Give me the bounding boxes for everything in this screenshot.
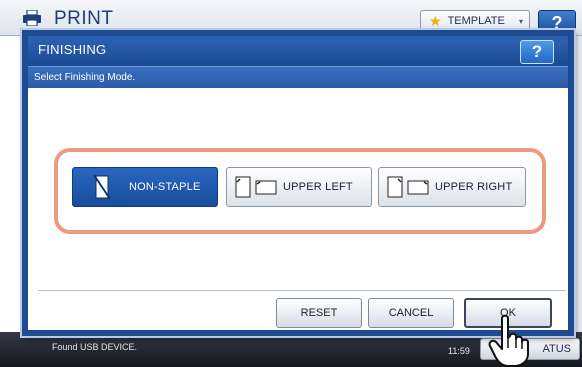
instruction-text: Select Finishing Mode. bbox=[34, 72, 136, 83]
template-button[interactable]: ★ TEMPLATE ▾ bbox=[420, 10, 530, 32]
star-icon: ★ bbox=[429, 12, 442, 29]
finishing-dialog: FINISHING ? Select Finishing Mode. NON-S… bbox=[22, 30, 574, 336]
reset-button[interactable]: RESET bbox=[276, 298, 362, 328]
dialog-help-button[interactable]: ? bbox=[520, 40, 554, 64]
dialog-titlebar: FINISHING ? bbox=[28, 36, 568, 66]
non-staple-icon bbox=[79, 172, 125, 202]
dialog-title: FINISHING bbox=[38, 42, 107, 57]
print-screen-title: PRINT bbox=[54, 8, 114, 29]
non-staple-label: NON-STAPLE bbox=[129, 181, 201, 193]
dialog-divider bbox=[38, 290, 566, 291]
upper-left-staple-icon bbox=[233, 172, 279, 202]
upper-left-label: UPPER LEFT bbox=[283, 181, 353, 193]
template-button-label: TEMPLATE bbox=[447, 15, 505, 27]
printer-icon bbox=[23, 10, 41, 26]
hand-pointer-icon bbox=[488, 314, 529, 367]
footer-message: Found USB DEVICE. bbox=[52, 342, 138, 352]
upper-right-button[interactable]: UPPER RIGHT bbox=[378, 167, 526, 207]
non-staple-button[interactable]: NON-STAPLE bbox=[72, 167, 218, 207]
instruction-bar: Select Finishing Mode. bbox=[28, 66, 568, 88]
upper-right-staple-icon bbox=[385, 172, 431, 202]
chevron-down-icon: ▾ bbox=[518, 16, 523, 26]
footer-time: 11:59 bbox=[448, 346, 470, 356]
upper-right-label: UPPER RIGHT bbox=[435, 181, 513, 193]
cancel-button[interactable]: CANCEL bbox=[368, 298, 454, 328]
upper-left-button[interactable]: UPPER LEFT bbox=[226, 167, 372, 207]
